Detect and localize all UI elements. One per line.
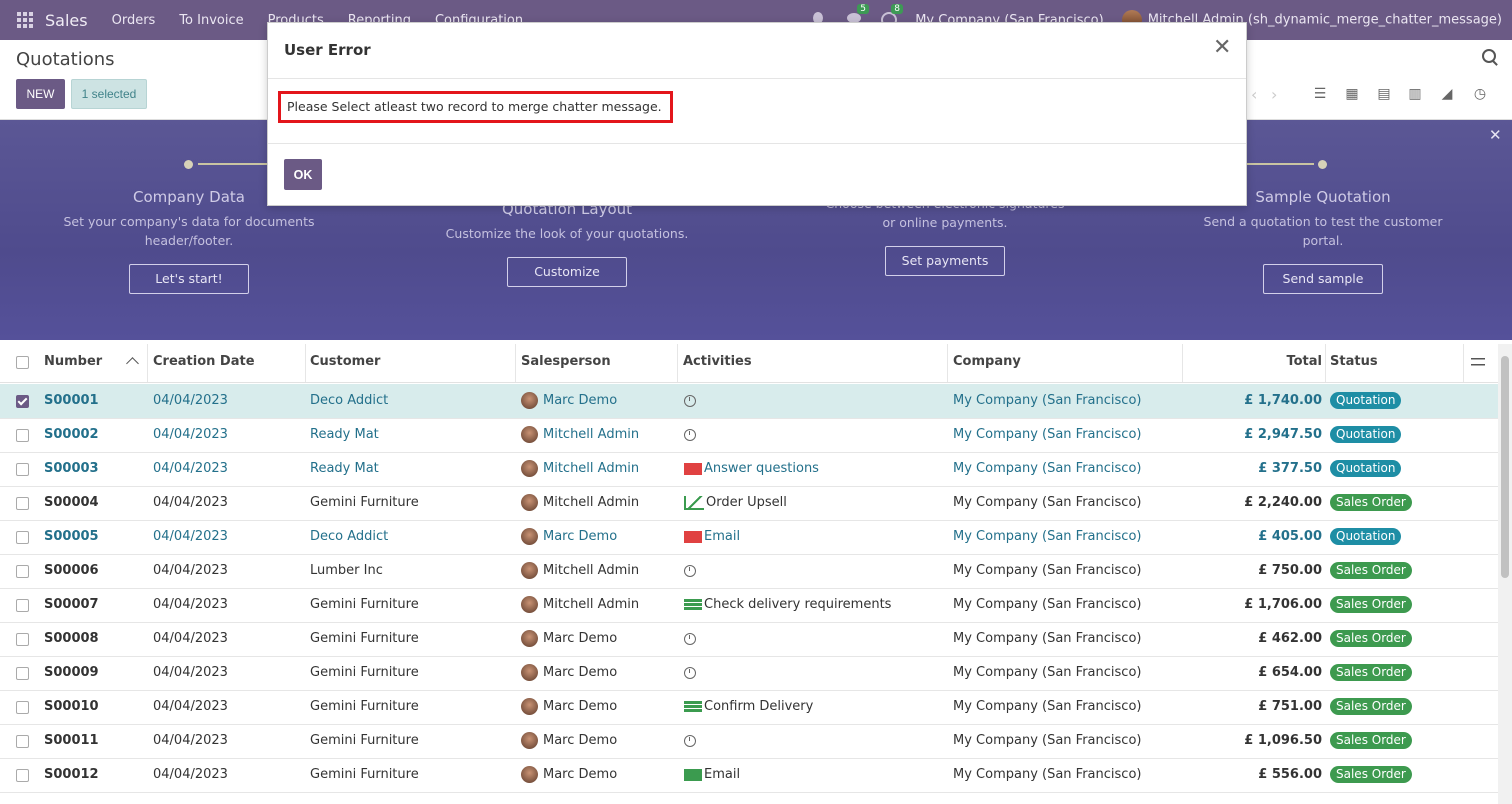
user-error-dialog: User Error ✕ Please Select atleast two r… bbox=[267, 22, 1247, 206]
close-icon[interactable]: ✕ bbox=[1213, 37, 1231, 59]
dialog-header: User Error ✕ bbox=[268, 23, 1246, 79]
dialog-body: Please Select atleast two record to merg… bbox=[268, 79, 1246, 144]
error-message: Please Select atleast two record to merg… bbox=[278, 91, 673, 123]
ok-button[interactable]: OK bbox=[284, 159, 322, 190]
dialog-title: User Error bbox=[284, 41, 371, 59]
